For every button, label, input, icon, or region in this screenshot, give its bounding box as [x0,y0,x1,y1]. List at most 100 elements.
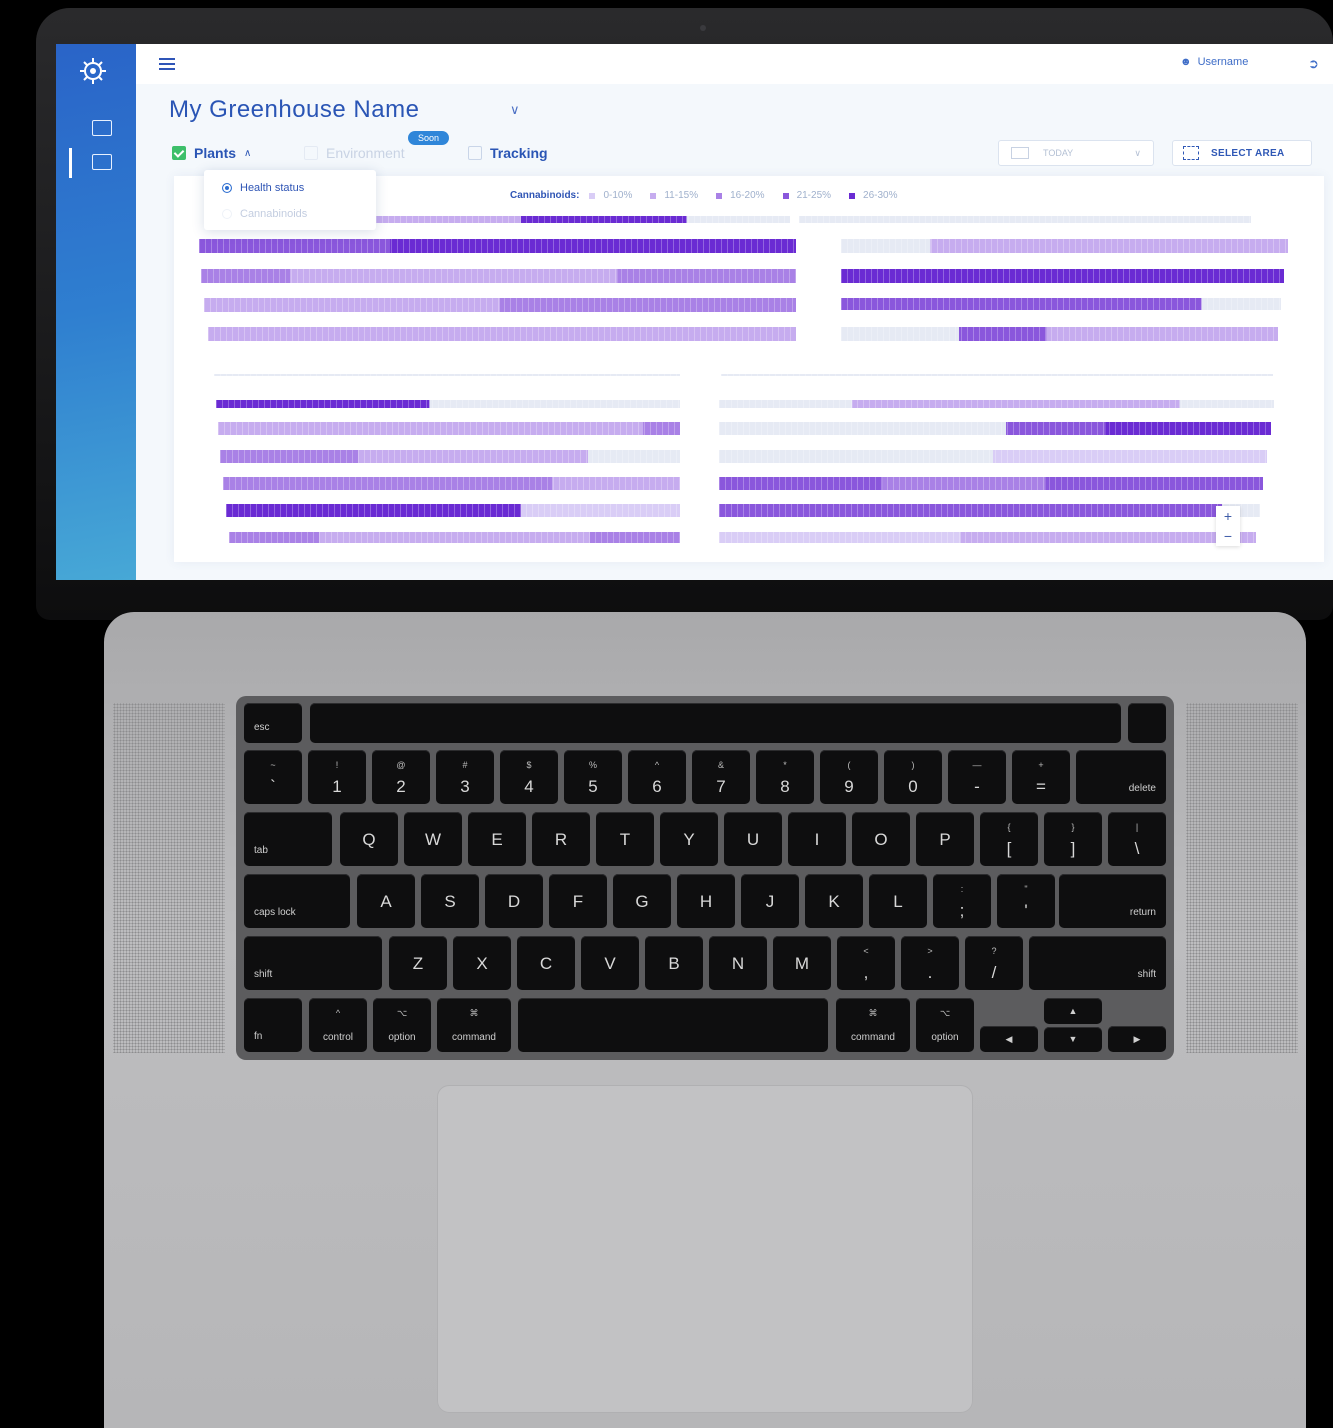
plant-cell-segment[interactable] [229,532,320,543]
key-t[interactable]: T [596,812,654,866]
key-7[interactable]: & 7 [692,750,750,804]
key-option-right[interactable]: ⌥ option [916,998,974,1052]
key-0[interactable]: ) 0 [884,750,942,804]
key-s[interactable]: S [421,874,479,928]
plant-cell-segment[interactable] [223,477,553,490]
key-option-left[interactable]: ⌥ option [373,998,431,1052]
key-`[interactable]: ~ ` [244,750,302,804]
key-caps-lock[interactable]: caps lock [244,874,350,928]
option-health-status[interactable]: Health status [222,182,304,194]
key-shift-right[interactable]: shift [1029,936,1166,990]
key-j[interactable]: J [741,874,799,928]
touch-bar[interactable] [310,703,1121,743]
key-shift-left[interactable]: shift [244,936,382,990]
plant-cell-segment[interactable] [719,450,993,463]
key-m[interactable]: M [773,936,831,990]
radio-health-status[interactable] [222,183,232,193]
key-space[interactable] [518,998,828,1052]
plant-cell-segment[interactable] [201,269,291,283]
radio-cannabinoids[interactable] [222,209,232,219]
key-delete[interactable]: delete [1076,750,1166,804]
key-o[interactable]: O [852,812,910,866]
key-q[interactable]: Q [340,812,398,866]
key-d[interactable]: D [485,874,543,928]
key-'[interactable]: " ' [997,874,1055,928]
key-.[interactable]: >. [901,936,959,990]
plant-cell-segment[interactable] [841,239,931,253]
key-5[interactable]: % 5 [564,750,622,804]
key-;[interactable]: :; [933,874,991,928]
plant-cell-segment[interactable] [852,400,1180,408]
plant-cell-segment[interactable] [521,504,680,517]
key-control[interactable]: ^ control [309,998,367,1052]
key-arrow-right[interactable]: ▶ [1108,1026,1166,1052]
zoom-out-button[interactable]: − [1216,526,1240,546]
plant-cell-segment[interactable] [319,532,590,543]
plant-cell-segment[interactable] [204,298,500,312]
plant-cell-segment[interactable] [930,239,1288,253]
key-f[interactable]: F [549,874,607,928]
zoom-in-button[interactable]: + [1216,506,1240,526]
key-2[interactable]: @2 [372,750,430,804]
key-z[interactable]: Z [389,936,447,990]
key-6[interactable]: ^ 6 [628,750,686,804]
key-arrow-down[interactable]: ▼ [1044,1027,1102,1052]
plant-cell-segment[interactable] [220,450,358,463]
option-cannabinoids[interactable]: Cannabinoids [222,208,307,220]
plant-cell-segment[interactable] [390,239,796,253]
key-x[interactable]: X [453,936,511,990]
plant-cell-segment[interactable] [589,532,680,543]
plant-cell-segment[interactable] [1045,477,1263,490]
key-=[interactable]: + = [1012,750,1070,804]
key-p[interactable]: P [916,812,974,866]
plant-cell-segment[interactable] [1201,298,1281,310]
key-i[interactable]: I [788,812,846,866]
plant-cell-segment[interactable] [1179,400,1274,408]
plant-cell-segment[interactable] [216,400,430,408]
trackpad[interactable] [437,1085,973,1413]
key-e[interactable]: E [468,812,526,866]
key-][interactable]: }] [1044,812,1102,866]
key-fn[interactable]: fn [244,998,302,1052]
key-h[interactable]: H [677,874,735,928]
key-\[interactable]: | \ [1108,812,1166,866]
plant-cell-segment[interactable] [882,477,1046,490]
key-b[interactable]: B [645,936,703,990]
key-8[interactable]: * 8 [756,750,814,804]
key-g[interactable]: G [613,874,671,928]
key-3[interactable]: #3 [436,750,494,804]
key-n[interactable]: N [709,936,767,990]
plant-cell-segment[interactable] [358,450,588,463]
key-tab[interactable]: tab [244,812,332,866]
key-c[interactable]: C [517,936,575,990]
key-[[interactable]: {[ [980,812,1038,866]
key-k[interactable]: K [805,874,863,928]
key-y[interactable]: Y [660,812,718,866]
plant-cell-segment[interactable] [960,532,1256,543]
key-v[interactable]: V [581,936,639,990]
plant-cell-segment[interactable] [218,422,644,435]
plant-cell-segment[interactable] [719,504,1223,517]
key-9[interactable]: (9 [820,750,878,804]
plant-cell-segment[interactable] [520,216,687,223]
plant-cell-segment[interactable] [993,450,1267,463]
key-4[interactable]: $4 [500,750,558,804]
plant-cell-segment[interactable] [686,216,791,223]
key-touch-id[interactable] [1128,703,1166,743]
key-esc[interactable]: esc [244,703,302,743]
plant-rows-grid[interactable] [56,44,1333,580]
key-r[interactable]: R [532,812,590,866]
plant-cell-segment[interactable] [1006,422,1106,435]
key-1[interactable]: ! 1 [308,750,366,804]
key-a[interactable]: A [357,874,415,928]
key-arrow-left[interactable]: ◀ [980,1026,1038,1052]
key-command-right[interactable]: ⌘ command [836,998,910,1052]
key--[interactable]: — - [948,750,1006,804]
plant-cell-segment[interactable] [226,504,522,517]
key-/[interactable]: ? / [965,936,1023,990]
key-u[interactable]: U [724,812,782,866]
key-,[interactable]: <, [837,936,895,990]
key-command-left[interactable]: ⌘ command [437,998,511,1052]
plant-cell-segment[interactable] [617,269,797,283]
key-return[interactable]: return [1059,874,1166,928]
